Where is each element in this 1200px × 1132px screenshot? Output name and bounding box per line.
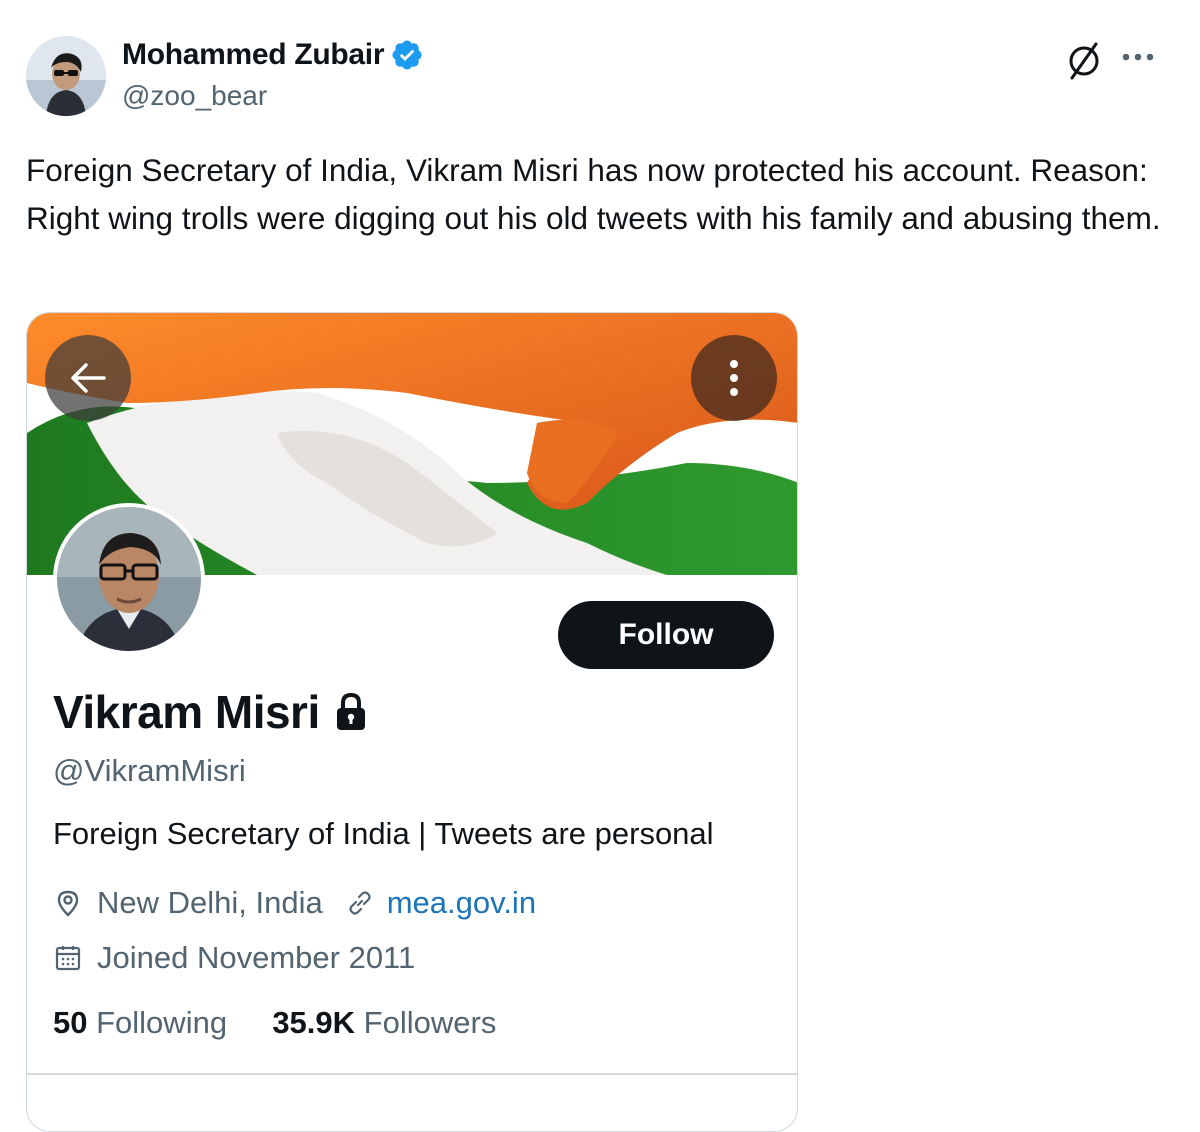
followers-label: Followers xyxy=(363,1005,497,1040)
following-label: Following xyxy=(96,1005,228,1040)
location-pin-icon xyxy=(57,890,79,917)
author-handle[interactable]: @zoo_bear xyxy=(122,80,267,112)
follow-button[interactable]: Follow xyxy=(558,601,774,669)
profile-stats: 50 Following 35.9K Followers xyxy=(53,1005,496,1041)
profile-meta-row: New Delhi, India mea.gov.in xyxy=(53,885,536,921)
back-button[interactable] xyxy=(45,335,131,421)
followers-count: 35.9K xyxy=(272,1005,356,1040)
link-icon xyxy=(349,891,371,915)
profile-name: Vikram Misri xyxy=(53,686,320,738)
profile-handle: @VikramMisri xyxy=(53,753,246,788)
more-dots-icon[interactable] xyxy=(1118,42,1158,72)
profile-screenshot-card[interactable]: Follow Vikram Misri @VikramMisri Foreign… xyxy=(26,312,798,1132)
author-name-row[interactable]: Mohammed Zubair xyxy=(122,38,424,72)
profile-avatar[interactable] xyxy=(53,503,205,655)
verified-badge-icon xyxy=(392,40,422,70)
following-stat[interactable]: 50 Following xyxy=(53,1005,227,1040)
profile-location: New Delhi, India xyxy=(97,885,323,920)
profile-joined-date: Joined November 2011 xyxy=(97,940,416,975)
calendar-icon xyxy=(55,946,81,971)
lock-icon xyxy=(336,692,365,730)
card-divider xyxy=(27,1073,797,1075)
arrow-left-icon xyxy=(71,363,106,393)
followers-stat[interactable]: 35.9K Followers xyxy=(272,1005,496,1040)
profile-joined-row: Joined November 2011 xyxy=(53,940,415,976)
profile-more-button[interactable] xyxy=(691,335,777,421)
profile-website-link[interactable]: mea.gov.in xyxy=(387,885,536,921)
profile-bio: Foreign Secretary of India | Tweets are … xyxy=(53,816,714,851)
tweet-text: Foreign Secretary of India, Vikram Misri… xyxy=(26,152,1161,236)
following-count: 50 xyxy=(53,1005,88,1040)
author-name[interactable]: Mohammed Zubair xyxy=(122,38,385,72)
profile-name-row: Vikram Misri xyxy=(53,685,368,739)
slashed-circle-icon[interactable] xyxy=(1062,38,1106,82)
vertical-dots-icon xyxy=(730,360,738,396)
author-avatar[interactable] xyxy=(26,36,106,116)
